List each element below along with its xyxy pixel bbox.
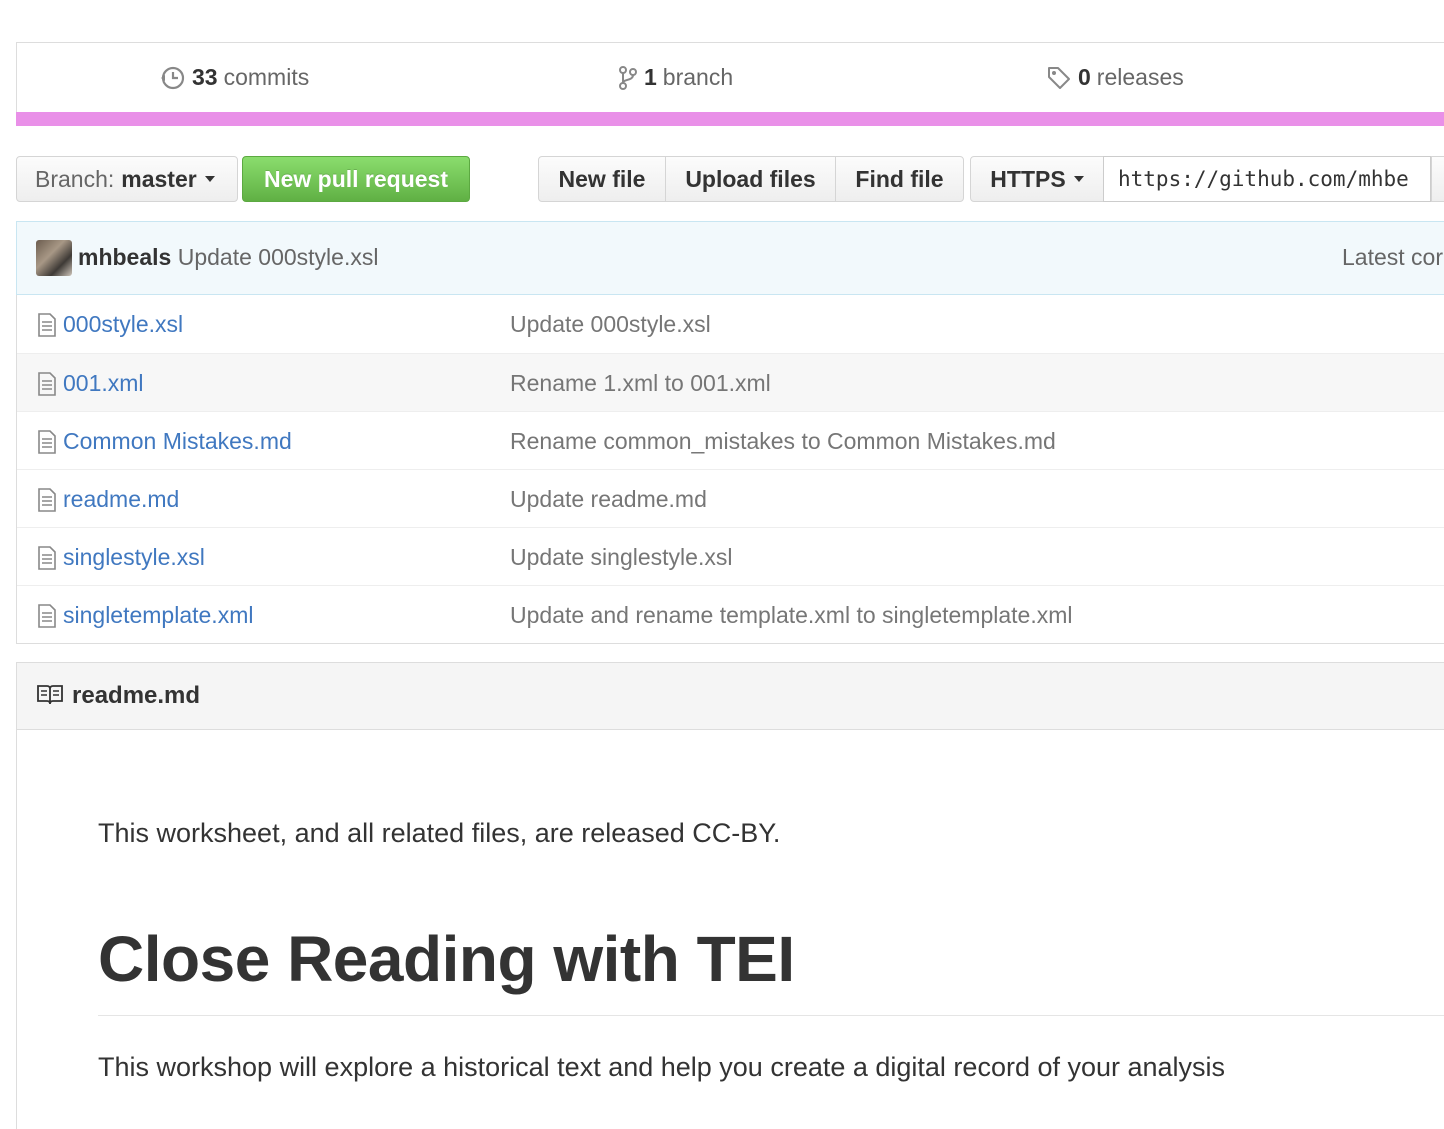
readme-license-text: This worksheet, and all related files, a… bbox=[98, 818, 781, 848]
branch-select-button[interactable]: Branch: master bbox=[16, 156, 238, 202]
branches-link[interactable]: 1 branch bbox=[618, 64, 733, 91]
commit-tease-text: mhbeals Update 000style.xsl bbox=[78, 244, 378, 271]
file-commit-message[interactable]: Update 000style.xsl bbox=[510, 311, 711, 338]
avatar[interactable] bbox=[36, 240, 72, 276]
find-file-button[interactable]: Find file bbox=[835, 156, 964, 202]
releases-label: releases bbox=[1096, 64, 1184, 90]
history-icon bbox=[160, 65, 186, 91]
file-row: 001.xml Rename 1.xml to 001.xml bbox=[17, 353, 1444, 411]
readme-title: readme.md bbox=[72, 682, 201, 709]
file-link[interactable]: Common Mistakes.md bbox=[63, 428, 292, 455]
branch-count: 1 bbox=[644, 64, 657, 90]
file-text-icon bbox=[37, 313, 57, 342]
file-link[interactable]: readme.md bbox=[63, 486, 179, 513]
copy-url-button[interactable] bbox=[1431, 156, 1444, 202]
file-commit-message[interactable]: Rename common_mistakes to Common Mistake… bbox=[510, 428, 1056, 455]
language-bar[interactable] bbox=[16, 112, 1444, 126]
branch-icon bbox=[618, 65, 638, 91]
file-commit-message[interactable]: Update and rename template.xml to single… bbox=[510, 602, 1073, 629]
commits-link[interactable]: 33 commits bbox=[160, 64, 309, 91]
file-link[interactable]: 001.xml bbox=[63, 370, 144, 397]
branch-name: master bbox=[121, 165, 197, 192]
heading-divider bbox=[98, 1015, 1444, 1016]
clone-protocol-button[interactable]: HTTPS bbox=[970, 156, 1104, 202]
file-row: 000style.xsl Update 000style.xsl bbox=[17, 295, 1444, 353]
commits-label: commits bbox=[223, 64, 310, 90]
caret-down-icon bbox=[204, 176, 215, 182]
upload-files-button[interactable]: Upload files bbox=[665, 156, 836, 202]
commit-author[interactable]: mhbeals bbox=[78, 244, 171, 270]
readme-heading: Close Reading with TEI bbox=[98, 923, 795, 995]
readme-header bbox=[16, 662, 1444, 730]
file-list: 000style.xsl Update 000style.xsl 001.xml… bbox=[16, 295, 1444, 644]
file-row: Common Mistakes.md Rename common_mistake… bbox=[17, 411, 1444, 469]
file-row: singlestyle.xsl Update singlestyle.xsl bbox=[17, 527, 1444, 585]
file-text-icon bbox=[37, 372, 57, 401]
book-icon bbox=[36, 684, 64, 711]
new-file-button[interactable]: New file bbox=[538, 156, 666, 202]
new-pull-request-button[interactable]: New pull request bbox=[242, 156, 470, 202]
file-row: singletemplate.xml Update and rename tem… bbox=[17, 585, 1444, 643]
file-text-icon bbox=[37, 604, 57, 633]
file-link[interactable]: singletemplate.xml bbox=[63, 602, 253, 629]
clone-protocol-label: HTTPS bbox=[990, 165, 1066, 192]
commits-count: 33 bbox=[192, 64, 218, 90]
file-text-icon bbox=[37, 488, 57, 517]
branch-label: branch bbox=[662, 64, 734, 90]
commit-message[interactable]: Update 000style.xsl bbox=[178, 244, 379, 270]
file-link[interactable]: singlestyle.xsl bbox=[63, 544, 205, 571]
file-link[interactable]: 000style.xsl bbox=[63, 311, 183, 338]
branch-prefix: Branch: bbox=[35, 165, 115, 192]
file-commit-message[interactable]: Update singlestyle.xsl bbox=[510, 544, 732, 571]
tag-icon bbox=[1046, 65, 1072, 91]
file-text-icon bbox=[37, 546, 57, 575]
caret-down-icon bbox=[1073, 176, 1084, 182]
file-row: readme.md Update readme.md bbox=[17, 469, 1444, 527]
file-text-icon bbox=[37, 430, 57, 459]
file-commit-message[interactable]: Update readme.md bbox=[510, 486, 707, 513]
releases-count: 0 bbox=[1078, 64, 1091, 90]
file-actions-group: New file Upload files Find file bbox=[538, 156, 964, 202]
releases-link[interactable]: 0 releases bbox=[1046, 64, 1184, 91]
file-commit-message[interactable]: Rename 1.xml to 001.xml bbox=[510, 370, 771, 397]
clone-url-input[interactable] bbox=[1103, 156, 1431, 202]
latest-commit-label: Latest cor bbox=[1342, 244, 1443, 270]
readme-intro-text: This workshop will explore a historical … bbox=[98, 1052, 1226, 1082]
